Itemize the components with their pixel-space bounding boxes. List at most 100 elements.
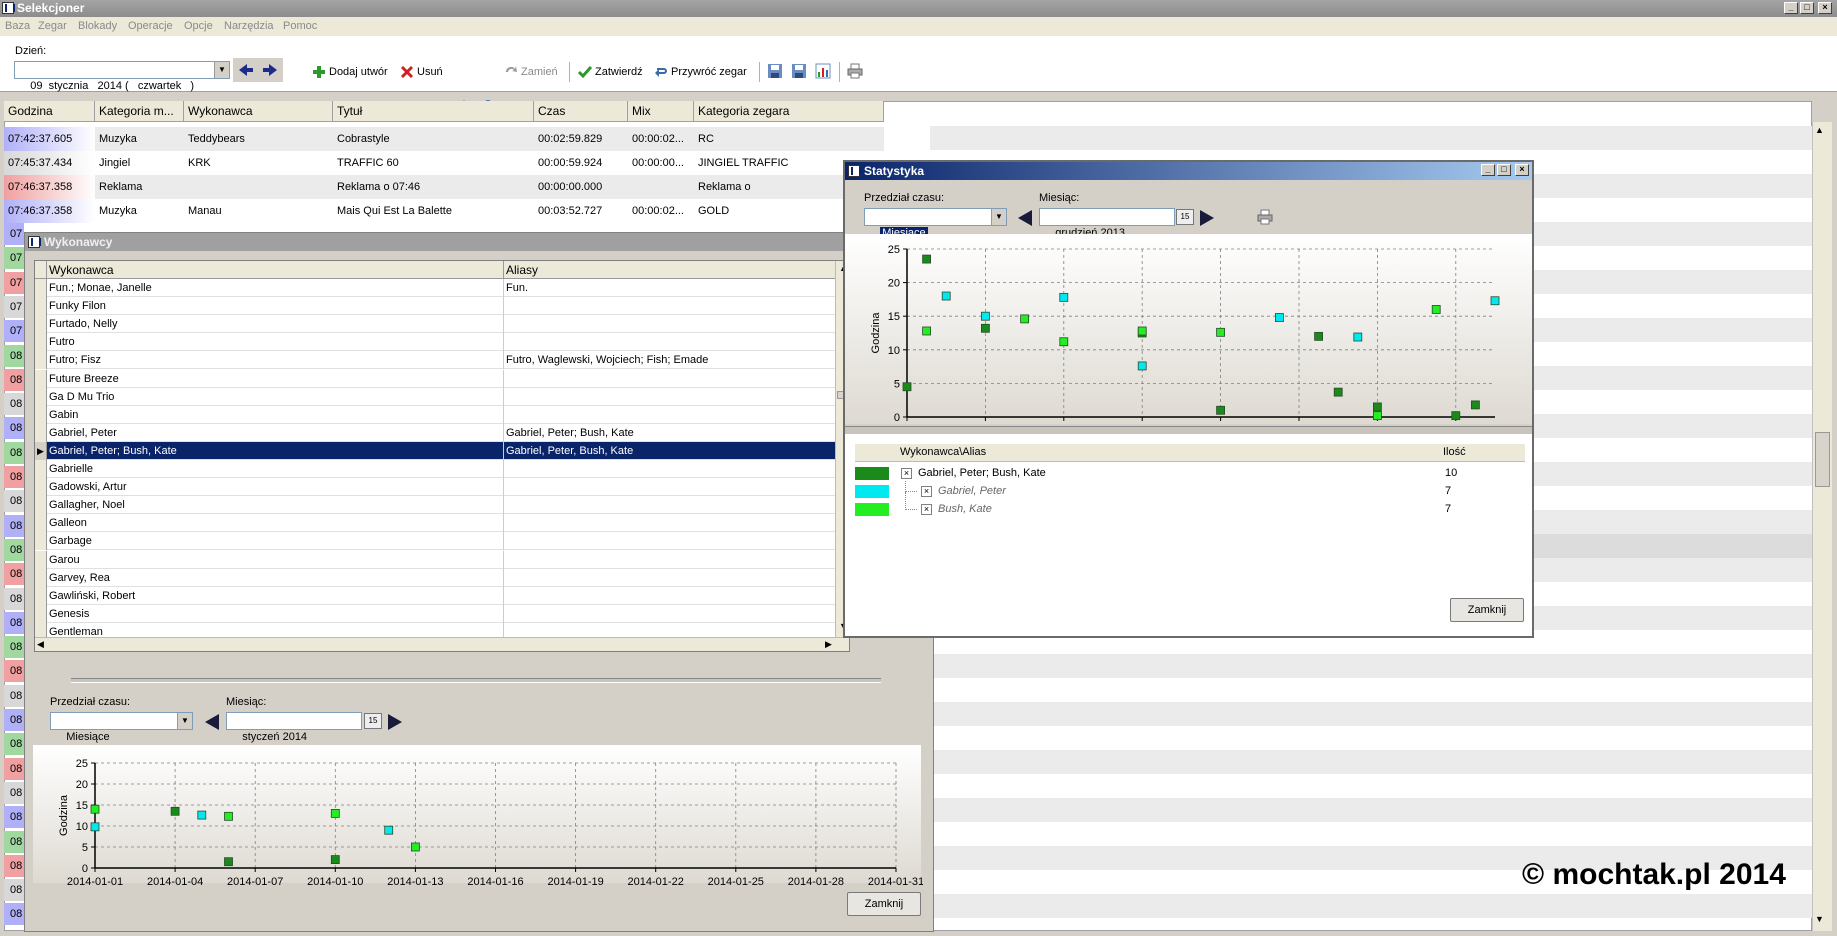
artist-row[interactable]: Futro; Fisz Futro, Waglewski, Wojciech; F…: [35, 351, 835, 370]
time-cell[interactable]: 08: [4, 830, 24, 853]
maximize-button[interactable]: □: [1497, 164, 1511, 176]
time-cell[interactable]: 08: [4, 563, 24, 586]
replace-button[interactable]: Zamień: [504, 64, 558, 80]
time-cell[interactable]: 07: [4, 223, 24, 245]
row-indicator[interactable]: [35, 279, 47, 297]
time-cell[interactable]: 08: [4, 757, 24, 780]
day-select[interactable]: 09 stycznia 2014 ( czwartek ) ▼: [14, 61, 230, 92]
time-cell[interactable]: 08: [4, 344, 24, 367]
artist-row[interactable]: Gallagher, Noel: [35, 496, 835, 515]
time-cell[interactable]: 08: [4, 684, 24, 707]
artist-row[interactable]: Garbage: [35, 532, 835, 551]
row-indicator[interactable]: [35, 514, 47, 533]
time-cell[interactable]: 08: [4, 393, 24, 416]
delete-button[interactable]: Usuń: [400, 64, 443, 80]
time-cell[interactable]: 08: [4, 587, 24, 610]
time-cell[interactable]: 08: [4, 490, 24, 513]
stat-range-select[interactable]: Miesiące ▼: [864, 208, 1007, 239]
time-cell[interactable]: 08: [4, 781, 24, 804]
artist-row[interactable]: Furtado, Nelly: [35, 315, 835, 334]
save-icon[interactable]: [767, 63, 783, 79]
time-cell[interactable]: 08: [4, 514, 24, 537]
minimize-button[interactable]: _: [1481, 164, 1495, 176]
prev-month-icon[interactable]: [1018, 210, 1032, 226]
row-indicator[interactable]: [35, 532, 47, 551]
row-indicator[interactable]: [35, 550, 47, 569]
artist-row[interactable]: Gabin: [35, 405, 835, 424]
row-indicator[interactable]: [35, 586, 47, 605]
month-input[interactable]: styczeń 2014: [226, 712, 362, 743]
artist-row[interactable]: Gabriel, Peter Gabriel, Peter; Bush, Kate: [35, 423, 835, 442]
artist-row[interactable]: Fun.; Monae, Janelle Fun.: [35, 279, 835, 297]
artist-row[interactable]: Futro: [35, 333, 835, 352]
col-kategoria-zegara[interactable]: Kategoria zegara: [694, 101, 884, 122]
time-cell[interactable]: 08: [4, 417, 24, 440]
artist-row[interactable]: Funky Filon: [35, 297, 835, 316]
legend-row[interactable]: × Gabriel, Peter 7: [855, 481, 1525, 501]
row-indicator[interactable]: [35, 604, 47, 623]
time-cell[interactable]: 08: [4, 806, 24, 829]
menu-pomoc[interactable]: Pomoc: [283, 20, 317, 32]
menu-zegar[interactable]: Zegar: [38, 20, 67, 32]
time-cell[interactable]: 08: [4, 466, 24, 488]
range-select[interactable]: Miesiące ▼: [50, 712, 193, 743]
time-cell[interactable]: 08: [4, 854, 24, 877]
statistics-icon[interactable]: [815, 63, 831, 79]
prev-month-icon[interactable]: [205, 714, 219, 730]
time-cell[interactable]: 08: [4, 636, 24, 659]
splitter[interactable]: [71, 678, 881, 683]
next-month-icon[interactable]: [1200, 210, 1214, 226]
row-indicator[interactable]: [35, 297, 47, 316]
table-row[interactable]: 07:45:37.434 Jingiel KRK TRAFFIC 60 00:00:59…: [4, 151, 884, 175]
col-godzina[interactable]: Godzina: [4, 101, 95, 122]
print-icon[interactable]: [847, 63, 863, 79]
artist-row[interactable]: ▶ Gabriel, Peter; Bush, Kate Gabriel, Pete…: [35, 441, 835, 460]
time-cell[interactable]: 08: [4, 903, 24, 926]
artist-row[interactable]: Gawliński, Robert: [35, 586, 835, 605]
artist-row[interactable]: Future Breeze: [35, 369, 835, 388]
calendar-icon[interactable]: 15: [364, 713, 382, 729]
artist-row[interactable]: Genesis: [35, 604, 835, 623]
time-cell[interactable]: 08: [4, 879, 24, 902]
table-row[interactable]: 07:46:37.358 Reklama Reklama o 07:46 00:00:…: [4, 175, 884, 199]
grid-scrollbar[interactable]: ▲ ▼: [1812, 122, 1832, 931]
maximize-button[interactable]: □: [1800, 2, 1814, 14]
row-indicator[interactable]: [35, 369, 47, 388]
col-tytul[interactable]: Tytuł: [333, 101, 534, 122]
legend-checkbox[interactable]: ×: [921, 504, 932, 515]
scroll-right-icon[interactable]: ▶: [825, 639, 832, 650]
table-row[interactable]: 07:46:37.358 Muzyka Manau Mais Qui Est La B…: [4, 199, 884, 223]
next-month-icon[interactable]: [388, 714, 402, 730]
legend-row[interactable]: × Bush, Kate 7: [855, 492, 1525, 519]
legend-checkbox[interactable]: ×: [901, 468, 912, 479]
time-cell[interactable]: 08: [4, 611, 24, 634]
time-cell[interactable]: 07: [4, 320, 24, 343]
close-button[interactable]: ×: [1515, 164, 1529, 176]
row-indicator[interactable]: [35, 387, 47, 406]
col-mix[interactable]: Mix: [628, 101, 694, 122]
day-prev-next-icons[interactable]: [233, 58, 283, 82]
scroll-thumb[interactable]: [1815, 432, 1830, 487]
add-track-button[interactable]: Dodaj utwór: [312, 64, 388, 80]
time-cell[interactable]: 08: [4, 368, 24, 391]
col-wykonawca-header[interactable]: Wykonawca: [47, 261, 504, 279]
chevron-down-icon[interactable]: ▼: [991, 209, 1006, 225]
row-indicator[interactable]: [35, 405, 47, 424]
menu-operacje[interactable]: Operacje: [128, 20, 173, 32]
time-cell[interactable]: 08: [4, 660, 24, 683]
time-cell[interactable]: 08: [4, 441, 24, 464]
row-indicator[interactable]: [35, 315, 47, 334]
artist-row[interactable]: Gadowski, Artur: [35, 478, 835, 497]
confirm-button[interactable]: Zatwierdź: [578, 64, 643, 80]
row-indicator[interactable]: [35, 351, 47, 370]
col-wykonawca[interactable]: Wykonawca: [184, 101, 333, 122]
time-cell[interactable]: 07: [4, 247, 24, 270]
menu-baza[interactable]: Baza: [5, 20, 30, 32]
table-row[interactable]: 07:42:37.605 Muzyka Teddybears Cobrastyle 00…: [4, 127, 884, 151]
time-cell[interactable]: 08: [4, 538, 24, 561]
minimize-button[interactable]: _: [1784, 2, 1798, 14]
restore-clock-button[interactable]: Przywróć zegar: [654, 64, 747, 80]
menu-opcje[interactable]: Opcje: [184, 20, 213, 32]
time-cell[interactable]: 08: [4, 709, 24, 731]
artists-hscroll[interactable]: ◀ ▶: [35, 637, 849, 651]
